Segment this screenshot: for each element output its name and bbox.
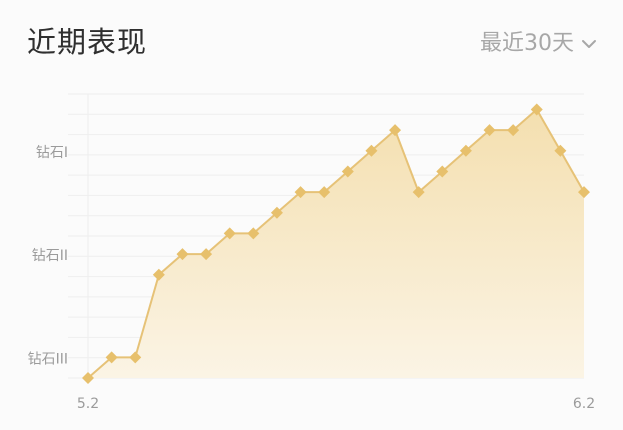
y-tick-label: 钻石II	[32, 248, 68, 264]
y-tick-label: 钻石I	[36, 145, 68, 161]
page-title: 近期表现	[27, 25, 148, 59]
y-axis-labels: 钻石III 钻石II 钻石I	[28, 145, 68, 368]
time-range-dropdown[interactable]: 最近30天	[480, 25, 597, 57]
y-tick-label: 钻石III	[28, 351, 68, 367]
x-axis-labels: 5.2 6.2	[77, 396, 595, 412]
recent-performance-card: 近期表现 最近30天 钻石III 钻石II 钻石I 5.2 6.2	[0, 0, 623, 430]
performance-chart: 钻石III 钻石II 钻石I 5.2 6.2	[0, 86, 623, 430]
area-fill	[88, 109, 584, 378]
chart-area-layer	[88, 109, 584, 378]
card-header: 近期表现 最近30天	[0, 0, 623, 86]
x-tick-label: 5.2	[77, 396, 99, 412]
time-range-value: 最近30天	[480, 31, 574, 56]
chart-svg: 钻石III 钻石II 钻石I 5.2 6.2	[28, 93, 595, 412]
chevron-down-icon	[581, 33, 597, 49]
x-tick-label: 6.2	[573, 396, 595, 412]
